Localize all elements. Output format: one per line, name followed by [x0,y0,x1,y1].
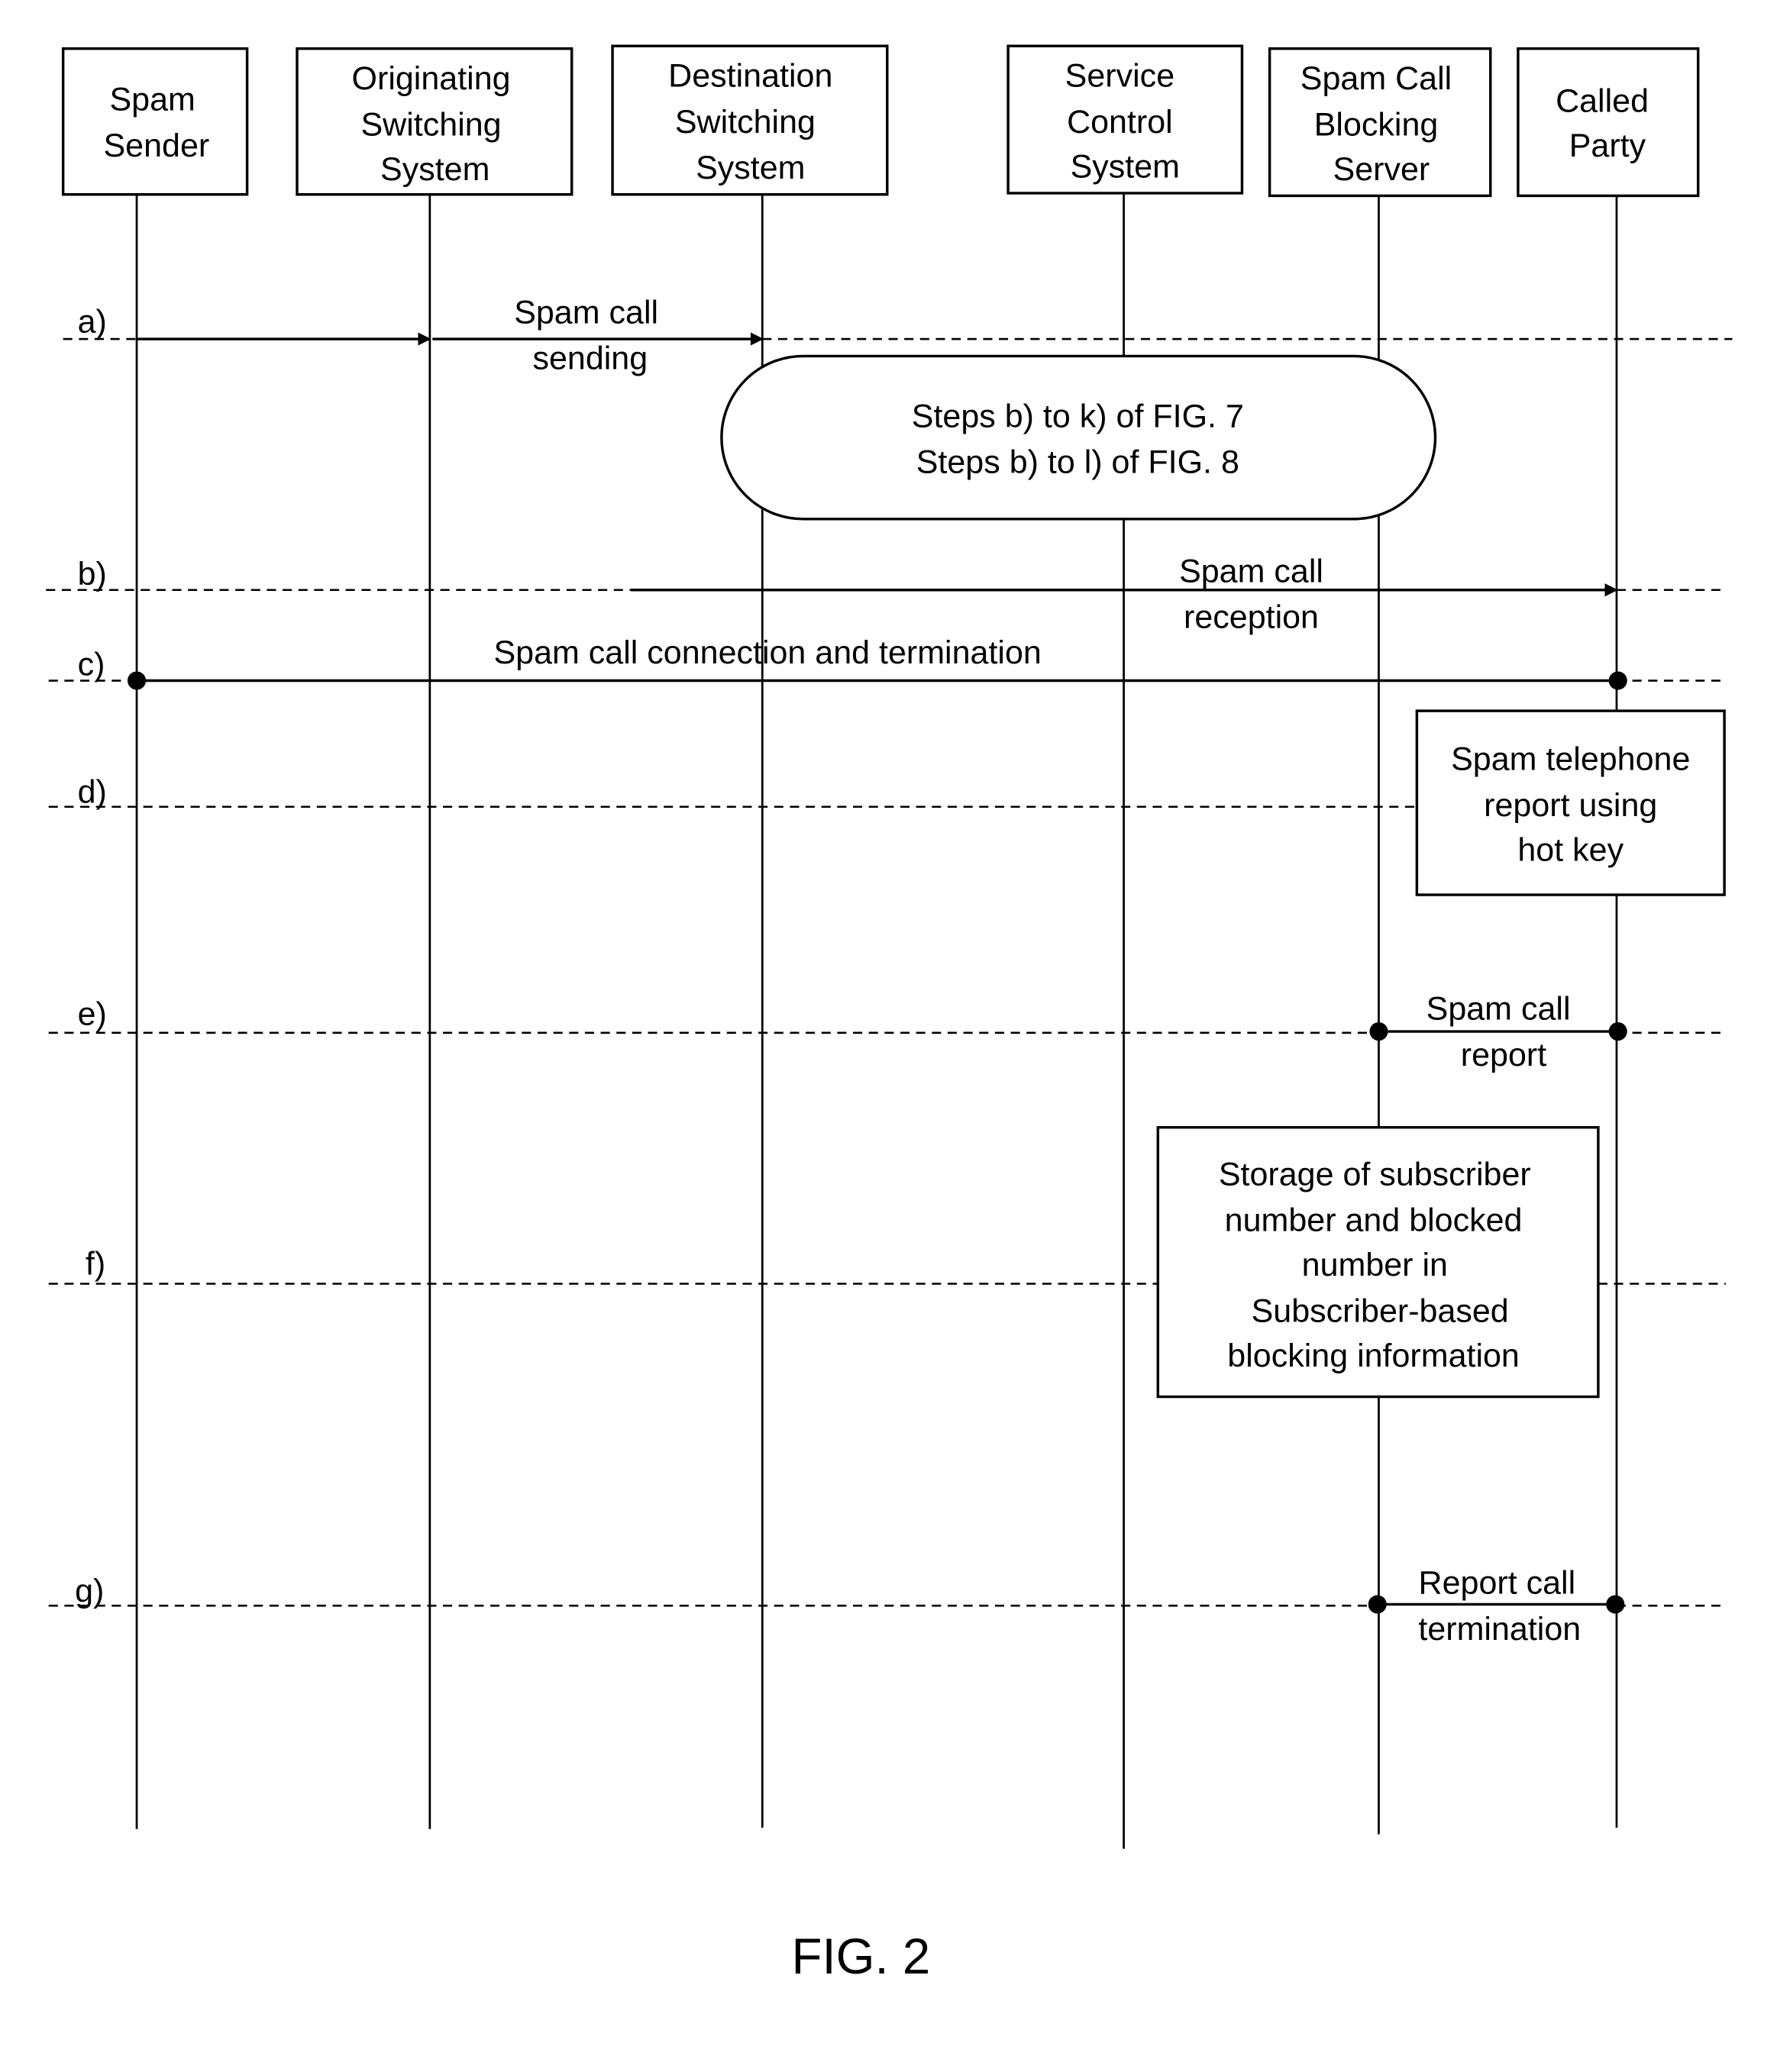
participant-spam-call-blocking-server: Spam Call Blocking Server [1268,47,1492,198]
participant-label: Spam Call [1300,60,1452,97]
message-spam-call-report: Spam call report [1369,991,1627,1073]
participant-label: System [1071,148,1180,185]
participant-label: Blocking [1314,106,1439,143]
participant-originating-switching-system: Originating Switching System [296,47,573,196]
message-label: Spam call connection and termination [493,634,1041,671]
step-labels: a) b) c) d) e) f) g) [75,303,107,1609]
participant-label: Service [1065,58,1174,95]
endpoint-dot [1368,1595,1387,1614]
participant-label: System [696,150,805,186]
message-label: sending [532,340,648,377]
participant-label: Control [1067,104,1173,140]
endpoint-dot [127,671,147,690]
oval-line: Steps b) to k) of FIG. 7 [912,398,1244,434]
message-label: report [1461,1037,1546,1073]
step-label-b: b) [78,556,107,592]
message-label: Spam call [514,294,658,331]
step-label-c: c) [78,647,105,683]
step-label-g: g) [75,1573,104,1609]
participant-label: Originating [352,60,511,97]
message-label: Spam call [1179,553,1323,589]
message-label: Spam call [1426,991,1571,1028]
message-label: termination [1418,1611,1581,1648]
participant-label: Destination [668,58,832,95]
note-line: Storage of subscriber [1219,1156,1531,1193]
participant-label: Sender [103,127,209,164]
participant-service-control-system: Service Control System [1006,44,1244,195]
note-line: blocking information [1227,1338,1520,1374]
figure-caption: FIG. 2 [792,1928,931,1984]
participant-label: Switching [361,106,502,143]
sequence-diagram: Spam Sender Originating Switching System… [0,0,1777,2068]
note-line: Subscriber-based [1252,1293,1509,1329]
endpoint-dot [1608,671,1627,690]
note-line: Spam telephone [1451,741,1690,778]
message-spam-call-sending: Spam call sending [137,294,764,377]
participant-destination-switching-system: Destination Switching System [611,44,889,196]
participant-label: Party [1569,127,1646,164]
endpoint-dot [1369,1022,1388,1041]
message-report-call-termination: Report call termination [1368,1565,1625,1648]
message-spam-call-connection: Spam call connection and termination [127,634,1627,690]
endpoint-dot [1608,1022,1627,1041]
step-label-d: d) [78,774,107,811]
message-label: reception [1184,599,1319,636]
endpoint-dot [1606,1595,1625,1614]
reference-oval: Steps b) to k) of FIG. 7 Steps b) to l) … [720,354,1437,521]
participant-label: Spam [110,82,195,118]
step-label-e: e) [78,996,107,1032]
participant-called-party: Called Party [1517,47,1700,198]
participant-label: Switching [675,104,816,140]
diagram-canvas: Spam Sender Originating Switching System… [46,44,1733,1984]
note-line: number in [1302,1247,1448,1283]
step-label-f: f) [86,1245,105,1282]
note-line: report using [1484,787,1657,824]
participant-spam-sender: Spam Sender [61,47,249,196]
step-guides [46,337,1733,1607]
note-line: hot key [1517,831,1624,868]
note-storage: Storage of subscriber number and blocked… [1156,1125,1600,1399]
oval-line: Steps b) to l) of FIG. 8 [916,444,1239,481]
note-line: number and blocked [1225,1202,1523,1239]
note-spam-telephone-report: Spam telephone report using hot key [1415,709,1726,896]
participant-label: Server [1333,151,1430,188]
message-label: Report call [1419,1565,1576,1602]
participant-label: System [380,151,489,188]
step-label-a: a) [78,303,107,340]
participant-label: Called [1556,82,1649,119]
